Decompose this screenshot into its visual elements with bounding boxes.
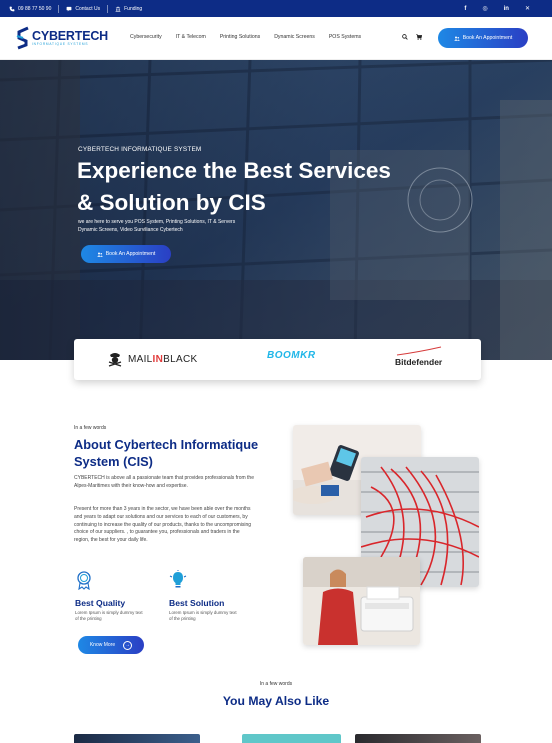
boomkr-label: BOOMKR [267,350,316,361]
cart-icon[interactable] [416,34,422,40]
partner-bitdefender[interactable]: Bitdefender [395,346,443,367]
bank-icon [115,6,121,12]
contact-link[interactable]: Contact Us [66,6,100,12]
about-image-printer-woman [303,557,420,645]
logo-tagline: INFORMATIQUE SYSTEMS [32,42,89,47]
users-icon [96,252,103,257]
header-icons [402,34,422,40]
contact-label: Contact Us [75,5,101,12]
book-appointment-label: Book An Appointment [462,35,513,41]
also-like-card-3[interactable] [355,734,481,743]
top-bar: 09 88 77 50 90 Contact Us Funding f ◎ in… [0,0,552,17]
also-like-card-2[interactable] [242,734,341,743]
arrow-right-icon: → [123,640,133,650]
feature-description: Lorem Ipsum is simply dummy text of the … [169,610,237,622]
printer-woman-image [303,557,420,645]
hero-description-line2: Dynamic Screens, Video Surviliance Cyber… [78,226,183,233]
medal-icon [77,571,91,591]
site-header: CYBERTECH INFORMATIQUE SYSTEMS Cybersecu… [0,17,552,60]
feature-best-solution: Best Solution Lorem Ipsum is simply dumm… [169,570,249,622]
linkedin-icon[interactable]: in [504,6,509,12]
also-like-title: You May Also Like [222,694,330,708]
about-paragraph-2: Present for more than 3 years in the sec… [74,506,252,543]
nav-cybersecurity[interactable]: Cybersecurity [130,34,162,40]
bitdefender-swoosh-icon [396,346,442,356]
divider [107,4,109,13]
bitdefender-label: Bitdefender [395,357,443,367]
bulb-icon [169,570,187,588]
know-more-button[interactable]: Know More → [78,636,144,654]
logo-brand: CYBERTECH [32,28,108,43]
know-more-label: Know More [89,642,116,648]
site-logo[interactable]: CYBERTECH INFORMATIQUE SYSTEMS [16,26,108,50]
hero-kicker: CYBERTECH INFORMATIQUE SYSTEM [78,146,202,153]
book-appointment-button[interactable]: Book An Appointment [438,28,528,48]
feature-best-quality: Best Quality Lorem Ipsum is simply dummy… [75,570,155,622]
main-nav: Cybersecurity IT & Telecom Printing Solu… [130,34,375,40]
phone-icon [9,6,15,11]
mailinblack-part3: BLACK [163,353,198,365]
also-like-card-1[interactable] [74,734,200,743]
nav-printing-solutions[interactable]: Printing Solutions [220,34,260,40]
phone-number: 09 88 77 50 90 [18,5,52,12]
about-kicker: In a few words [74,425,107,431]
hero-description-line1: we are here to serve you POS System, Pri… [78,219,236,225]
about-paragraph-1: CYBERTECH is above all a passionate team… [74,475,254,489]
about-title: About Cybertech Informatique System (CIS… [74,437,259,470]
hero-book-appointment-label: Book An Appointment [105,251,156,257]
also-like-kicker: In a few words [259,681,293,687]
hero-book-appointment-button[interactable]: Book An Appointment [81,245,171,263]
phone-link[interactable]: 09 88 77 50 90 [9,6,51,12]
nav-pos-systems[interactable]: POS Systems [329,34,361,40]
logo-mark-icon [16,26,29,50]
funding-label: Funding [124,5,143,12]
mailinblack-part2: IN [152,353,164,365]
partner-boomkr[interactable]: BOOMKR [267,350,316,361]
hero-title-line2: & Solution by CIS [77,189,266,215]
feature-title: Best Solution [169,598,225,608]
nav-it-telecom[interactable]: IT & Telecom [176,34,206,40]
funding-link[interactable]: Funding [115,6,142,12]
instagram-icon[interactable]: ◎ [482,5,487,12]
users-icon [453,36,460,41]
x-icon[interactable]: ✕ [525,5,530,12]
feature-title: Best Quality [75,598,126,608]
chat-icon [66,6,72,11]
nav-dynamic-screens[interactable]: Dynamic Screens [274,34,315,40]
social-links: f ◎ in ✕ [464,5,543,13]
facebook-icon[interactable]: f [464,6,466,12]
pirate-icon [108,353,122,367]
mailinblack-part1: MAIL [128,353,153,365]
mailinblack-label: MAILINBLACK [128,354,197,365]
feature-description: Lorem Ipsum is simply dummy text of the … [75,610,143,622]
partner-mailinblack[interactable]: MAILINBLACK [108,351,197,367]
hero-description: we are here to serve you POS System, Pri… [78,219,308,234]
partners-strip: MAILINBLACK BOOMKR Bitdefender [74,339,481,380]
search-icon[interactable] [402,34,408,40]
hero-section: CYBERTECH INFORMATIQUE SYSTEM Experience… [0,60,552,360]
hero-title-line1: Experience the Best Services [77,158,391,183]
divider [58,4,60,13]
hero-title: Experience the Best Services & Solution … [77,155,391,219]
